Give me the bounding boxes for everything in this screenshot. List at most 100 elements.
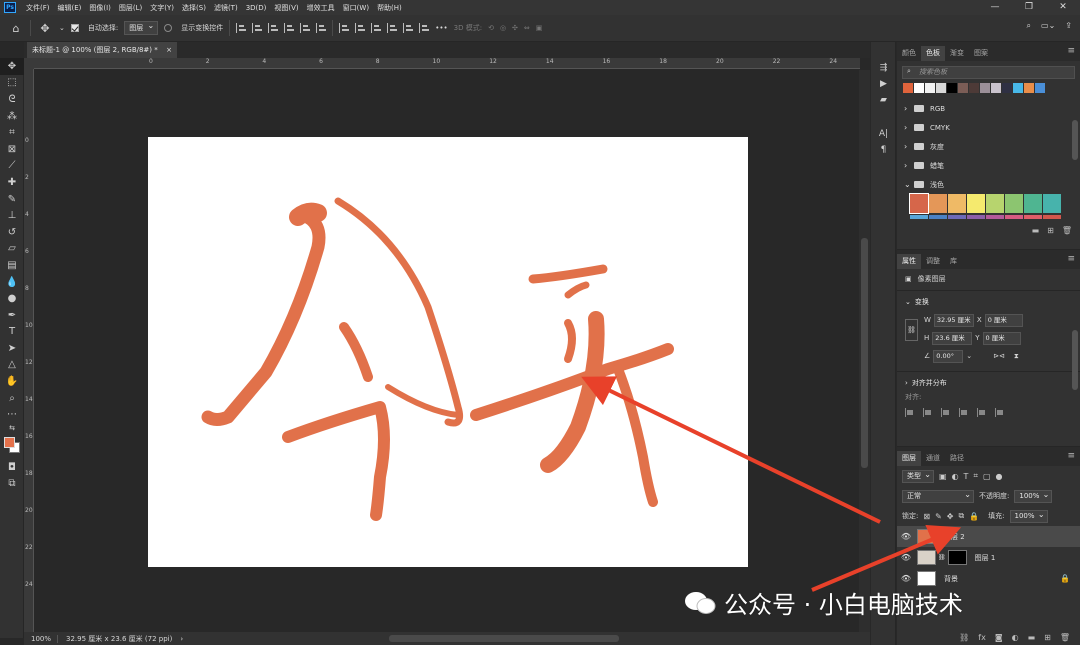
color-swatch[interactable] [929, 194, 947, 213]
color-swatch[interactable] [969, 83, 979, 93]
mask-link-icon[interactable]: ⛓ [938, 554, 946, 561]
distribute-right-icon[interactable] [419, 23, 430, 33]
lock-transparent-icon[interactable]: ⊠ [923, 512, 930, 521]
auto-select-checkbox[interactable] [70, 24, 79, 32]
menu-file[interactable]: 文件(F) [22, 3, 54, 13]
frame-tool-icon[interactable]: ⊠ [0, 141, 24, 158]
adjustment-layer-icon[interactable]: ◐ [1012, 633, 1019, 642]
share-icon[interactable]: ⇪ [1065, 21, 1072, 31]
properties-scrollbar[interactable] [1072, 330, 1078, 390]
color-swatch[interactable] [986, 194, 1004, 213]
document-tab[interactable]: 未标题-1 @ 100% (图层 2, RGB/8#) * × [27, 42, 177, 58]
color-swatch[interactable] [948, 194, 966, 213]
pen-tool-icon[interactable]: ✒ [0, 307, 24, 324]
swatches-scrollbar[interactable] [1072, 120, 1078, 160]
color-swatch[interactable] [929, 215, 947, 219]
color-swatch[interactable] [947, 83, 957, 93]
vertical-ruler[interactable]: 0 2 4 6 8 10 12 14 16 18 20 22 24 [24, 69, 34, 632]
menu-3d[interactable]: 3D(D) [242, 4, 271, 12]
panel-menu-icon[interactable]: ≡ [1067, 46, 1075, 56]
align-vcenters-icon[interactable] [977, 408, 985, 417]
width-input[interactable]: 32.95 厘米 [933, 313, 974, 327]
layer-mask-thumbnail[interactable] [947, 550, 967, 565]
lock-image-icon[interactable]: ✎ [935, 512, 942, 521]
eyedropper-tool-icon[interactable]: ⟋ [0, 158, 24, 175]
eraser-tool-icon[interactable]: ▱ [0, 241, 24, 258]
filter-adjustment-icon[interactable]: ◐ [952, 472, 959, 481]
menu-type[interactable]: 文字(Y) [146, 3, 178, 13]
comments-panel-icon[interactable]: ▰ [871, 92, 896, 108]
visibility-eye-icon[interactable]: 👁 [897, 553, 915, 562]
filter-type-icon[interactable]: T [964, 472, 969, 481]
path-selection-tool-icon[interactable]: ➤ [0, 340, 24, 357]
tab-gradients[interactable]: 渐变 [945, 46, 969, 61]
swatch-folder-rgb[interactable]: › RGB [897, 99, 1080, 118]
new-group-icon[interactable]: ▬ [1032, 226, 1040, 235]
camera-3d-icon[interactable]: ▣ [536, 24, 543, 32]
opacity-input[interactable]: 100% [1014, 489, 1053, 503]
horizontal-ruler[interactable]: 0 2 4 6 8 10 12 14 16 18 20 22 24 [34, 58, 860, 69]
color-swatch[interactable] [936, 83, 946, 93]
align-vcenter-icon[interactable] [300, 23, 311, 33]
layer-row-layer-2[interactable]: 👁 图层 2 [897, 526, 1080, 547]
tab-swatches[interactable]: 色板 [921, 46, 945, 61]
menu-window[interactable]: 窗口(W) [339, 3, 373, 13]
canvas-area[interactable] [35, 70, 859, 632]
link-dimensions-icon[interactable]: ⛓ [905, 319, 918, 341]
roll-3d-icon[interactable]: ◎ [500, 24, 506, 32]
color-swatch[interactable] [1043, 194, 1061, 213]
align-top-edges-icon[interactable] [959, 408, 967, 417]
color-swatch[interactable] [1035, 83, 1045, 93]
move-tool-icon[interactable]: ✥ [37, 20, 53, 36]
workspace-icon[interactable]: ▭⌄ [1041, 21, 1055, 31]
x-input[interactable]: 0 厘米 [984, 313, 1023, 327]
flip-horizontal-icon[interactable]: ⊳⊲ [993, 352, 1005, 360]
tab-libraries[interactable]: 库 [945, 254, 962, 269]
transform-section-header[interactable]: ⌄ 变换 [897, 293, 1080, 311]
tab-patterns[interactable]: 图案 [969, 46, 993, 61]
add-mask-icon[interactable]: ◙ [995, 633, 1003, 642]
gradient-tool-icon[interactable]: ▤ [0, 257, 24, 274]
zoom-tool-icon[interactable]: ⌕ [0, 390, 24, 407]
color-swatch[interactable] [1024, 194, 1042, 213]
blur-tool-icon[interactable]: 💧 [0, 274, 24, 291]
screen-mode-icon[interactable]: ⧉ [0, 476, 24, 493]
align-left-edges-icon[interactable] [905, 408, 913, 417]
align-hcenters-icon[interactable] [923, 408, 931, 417]
actions-panel-icon[interactable]: ▶ [871, 76, 896, 92]
swatch-folder-grayscale[interactable]: › 灰度 [897, 137, 1080, 156]
document-canvas[interactable] [148, 137, 748, 567]
vertical-scroll-thumb[interactable] [861, 238, 868, 468]
swatch-folder-cmyk[interactable]: › CMYK [897, 118, 1080, 137]
color-swatch[interactable] [1024, 215, 1042, 219]
flip-vertical-icon[interactable]: ⧗ [1014, 352, 1019, 361]
color-swatch[interactable] [910, 215, 928, 219]
lock-all-icon[interactable]: 🔒 [969, 512, 979, 521]
hand-tool-icon[interactable]: ✋ [0, 373, 24, 390]
color-swatch[interactable] [903, 83, 913, 93]
color-swatch[interactable] [1005, 215, 1023, 219]
close-tab-icon[interactable]: × [166, 42, 172, 58]
horizontal-scrollbar[interactable] [389, 635, 619, 642]
color-swatch[interactable] [1024, 83, 1034, 93]
color-swatch[interactable] [967, 194, 985, 213]
color-swatch[interactable] [986, 215, 1004, 219]
blend-mode-select[interactable]: 正常 [902, 489, 974, 503]
history-brush-tool-icon[interactable]: ↺ [0, 224, 24, 241]
new-group-icon[interactable]: ▬ [1028, 633, 1036, 642]
color-swatch[interactable] [1005, 194, 1023, 213]
tab-properties[interactable]: 属性 [897, 254, 921, 269]
pan-3d-icon[interactable]: ✣ [512, 24, 518, 32]
link-layers-icon[interactable]: ⛓ [959, 633, 969, 642]
angle-input[interactable]: 0.00° [933, 349, 964, 363]
marquee-tool-icon[interactable]: ⬚ [0, 75, 24, 92]
color-swatch[interactable] [1002, 83, 1012, 93]
menu-help[interactable]: 帮助(H) [373, 3, 406, 13]
align-right-icon[interactable] [268, 23, 279, 33]
move-tool-icon[interactable]: ✥ [0, 58, 24, 75]
filter-smart-object-icon[interactable]: ▢ [983, 472, 991, 481]
restore-button[interactable]: ❐ [1012, 0, 1046, 15]
align-left-icon[interactable] [236, 23, 247, 33]
distribute-top-icon[interactable] [339, 23, 350, 33]
align-top-icon[interactable] [284, 23, 295, 33]
